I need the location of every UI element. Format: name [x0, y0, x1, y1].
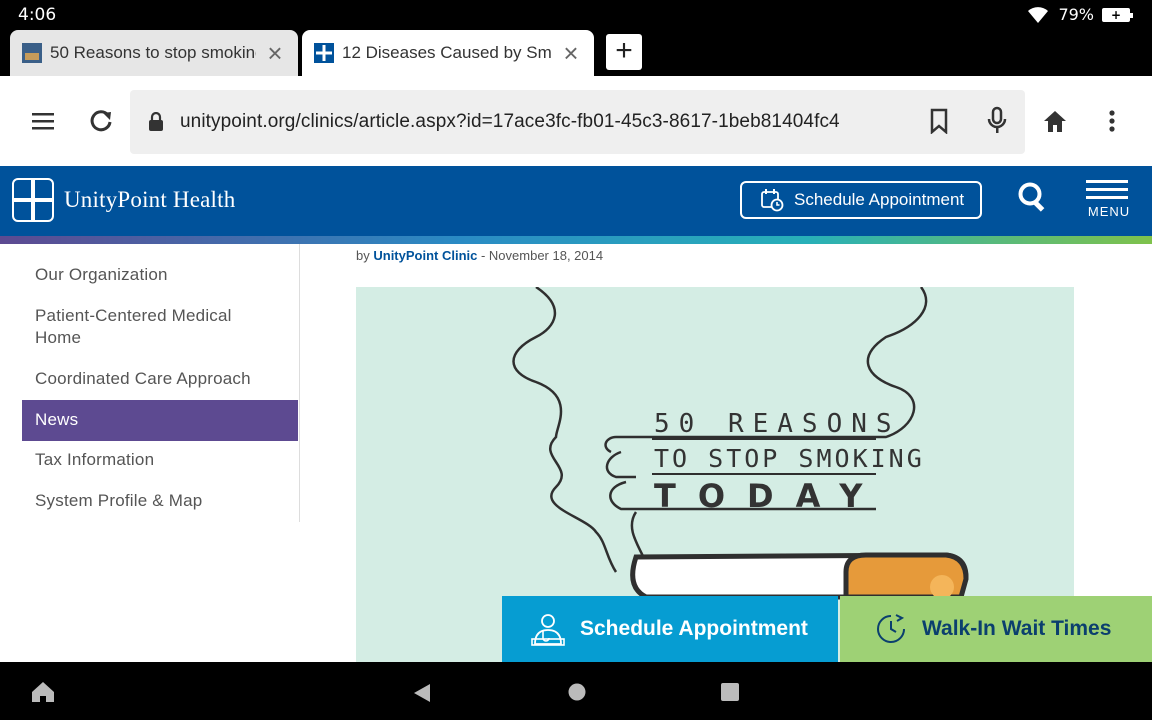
bookmark-icon[interactable] [930, 108, 948, 134]
sidebar-item-patient-centered-medical-home[interactable]: Patient-Centered Medical Home [22, 305, 282, 349]
battery-percent: 79% [1058, 5, 1094, 24]
battery-icon: + [1102, 7, 1133, 22]
tab-12-diseases[interactable]: 12 Diseases Caused by Smok × [302, 30, 594, 76]
system-nav-bar [0, 662, 1152, 720]
reload-icon[interactable] [86, 106, 116, 136]
sidebar-item-our-organization[interactable]: Our Organization [22, 264, 298, 286]
clock-icon [877, 614, 905, 643]
cross-logo-icon [12, 178, 54, 222]
tab-50-reasons[interactable]: 50 Reasons to stop smoking ( × [10, 30, 298, 76]
unitypoint-logo[interactable]: UnityPoint Health [12, 178, 235, 222]
walk-in-wait-times-button[interactable]: Walk-In Wait Times [840, 596, 1152, 662]
schedule-appointment-label: Schedule Appointment [580, 617, 808, 640]
browser-toolbar: unitypoint.org/clinics/article.aspx?id=1… [0, 76, 1152, 166]
schedule-label: Schedule Appointment [794, 190, 965, 209]
article-byline: by UnityPoint Clinic - November 18, 2014 [356, 248, 603, 263]
hero-line-3: TODAY [654, 477, 885, 515]
sidebar-item-coordinated-care-approach[interactable]: Coordinated Care Approach [22, 368, 298, 390]
status-bar: 4:06 79% + [0, 0, 1152, 28]
site-menu-button[interactable]: MENU [1086, 180, 1132, 219]
home-circle-icon[interactable] [567, 682, 587, 702]
hero-line-1: 50 REASONS [654, 409, 901, 439]
new-tab-button[interactable]: + [606, 34, 642, 70]
more-options-icon[interactable] [1097, 106, 1127, 136]
search-icon[interactable] [1016, 180, 1050, 214]
byline-prefix: by [356, 248, 370, 263]
header-schedule-appointment-button[interactable]: Schedule Appointment [740, 181, 982, 219]
tab-title: 12 Diseases Caused by Smok [342, 43, 552, 62]
menu-label: MENU [1087, 204, 1131, 219]
wifi-icon [1028, 6, 1049, 23]
recents-icon[interactable] [720, 682, 740, 702]
home-icon[interactable] [1040, 106, 1070, 136]
status-time: 4:06 [18, 5, 57, 25]
sidebar-nav: Our Organization Patient-Centered Medica… [22, 244, 300, 522]
microphone-icon[interactable] [986, 106, 1008, 136]
hero-line-2: TO STOP SMOKING [654, 444, 925, 473]
byline-date: November 18, 2014 [488, 248, 604, 263]
close-tab-icon[interactable]: × [560, 40, 582, 66]
address-bar[interactable]: unitypoint.org/clinics/article.aspx?id=1… [130, 90, 1025, 154]
doctor-icon [531, 614, 565, 646]
sidebar-item-news[interactable]: News [22, 400, 298, 441]
tab-title: 50 Reasons to stop smoking ( [50, 43, 256, 62]
tab-strip: 50 Reasons to stop smoking ( × 12 Diseas… [0, 28, 1152, 76]
schedule-appointment-button[interactable]: Schedule Appointment [502, 596, 838, 662]
header-gradient-bar [0, 236, 1152, 244]
back-icon[interactable] [412, 682, 432, 704]
menu-icon [1086, 180, 1132, 199]
walk-in-wait-times-label: Walk-In Wait Times [922, 617, 1112, 640]
byline-author-link[interactable]: UnityPoint Clinic [373, 248, 477, 263]
byline-separator: - [477, 248, 489, 263]
close-tab-icon[interactable]: × [264, 40, 286, 66]
sidebar-item-tax-information[interactable]: Tax Information [22, 449, 298, 471]
unitypoint-favicon-icon [314, 43, 334, 63]
alexa-home-icon[interactable] [30, 680, 56, 704]
site-header: UnityPoint Health Schedule Appointment M… [0, 166, 1152, 236]
tab-favicon-icon [22, 43, 42, 63]
calendar-clock-icon [761, 189, 784, 212]
sidebar-item-system-profile-map[interactable]: System Profile & Map [22, 490, 298, 512]
brand-name: UnityPoint Health [64, 187, 236, 212]
hamburger-menu-icon[interactable] [28, 106, 58, 136]
url-text[interactable]: unitypoint.org/clinics/article.aspx?id=1… [180, 111, 840, 133]
lock-icon [149, 112, 163, 131]
